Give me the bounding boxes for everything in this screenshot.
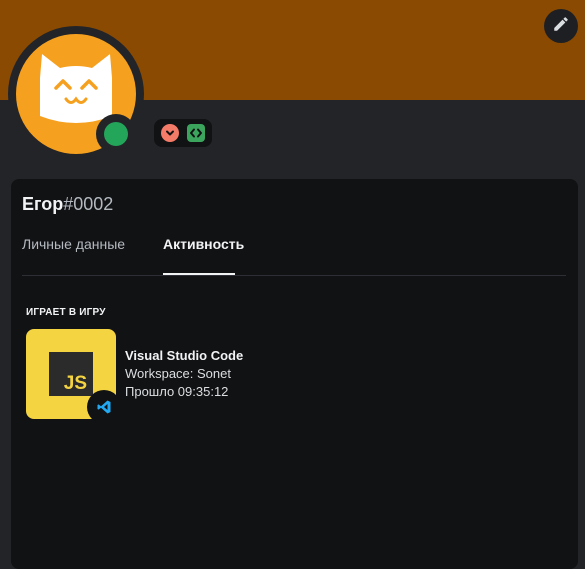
pencil-icon — [552, 15, 570, 37]
javascript-icon: JS — [49, 352, 93, 396]
badge-list — [154, 119, 212, 147]
username-name: Егор — [22, 194, 64, 214]
activity-name: Visual Studio Code — [125, 348, 244, 363]
js-text: JS — [63, 373, 87, 394]
tab-personal-info[interactable]: Личные данные — [22, 236, 125, 252]
online-status-icon — [104, 122, 128, 146]
activity-section-label: ИГРАЕТ В ИГРУ — [26, 307, 106, 318]
tabs-divider — [22, 275, 566, 276]
username: Егор#0002 — [22, 194, 113, 215]
developer-badge-icon[interactable] — [186, 124, 205, 142]
tab-activity[interactable]: Активность — [163, 236, 244, 252]
vscode-icon — [91, 394, 117, 420]
hypesquad-icon[interactable] — [161, 124, 180, 142]
activity-details: Workspace: Sonet — [125, 366, 231, 381]
edit-profile-button[interactable] — [544, 9, 578, 43]
activity-elapsed: Прошло 09:35:12 — [125, 384, 229, 399]
discriminator: #0002 — [63, 194, 114, 214]
